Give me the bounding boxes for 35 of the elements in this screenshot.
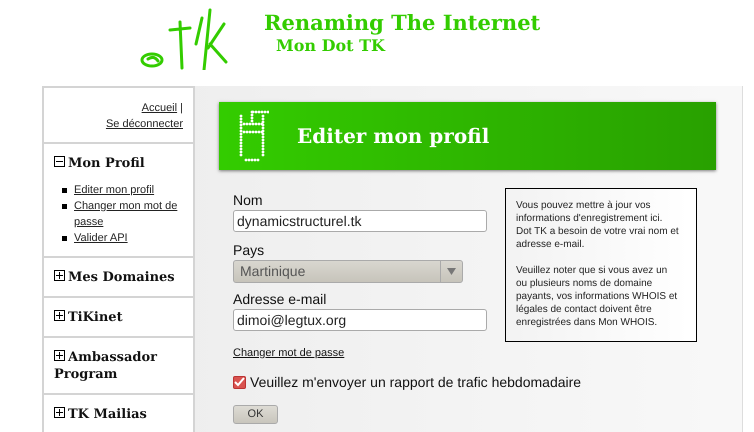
- report-checkbox[interactable]: [233, 376, 246, 388]
- sidebar-section-header[interactable]: Ambassador Program: [54, 349, 183, 383]
- expand-icon[interactable]: [54, 270, 65, 281]
- sidebar-section-header[interactable]: Mon Profil: [54, 155, 183, 172]
- expand-icon[interactable]: [54, 407, 65, 418]
- site-subtitle: Mon Dot TK: [276, 36, 386, 56]
- link-separator: |: [179, 102, 183, 114]
- info-text: Vous pouvez mettre à jour vos informations d'enregistrement ici. Dot TK a besoin de votre vrai nom et adresse e-mail.: [516, 199, 680, 251]
- ok-button[interactable]: OK: [233, 404, 278, 424]
- info-text: Veuillez noter que si vous avez un ou plusieurs noms de domaine payants, vos informations WHOIS et légales de contact doivent être enregistrées dans Mon WHOIS.: [516, 264, 678, 329]
- banner-title: Editer mon profil: [297, 123, 490, 150]
- bullet-icon: [62, 204, 67, 209]
- home-link[interactable]: Accueil: [142, 102, 178, 114]
- bullet-icon: [62, 188, 67, 193]
- sidebar-section-header[interactable]: TiKinet: [54, 309, 183, 326]
- name-field[interactable]: dynamicstructurel.tk: [233, 210, 487, 232]
- bullet-icon: [62, 236, 67, 241]
- collapse-icon[interactable]: [54, 156, 65, 167]
- dropdown-arrow-icon: [447, 268, 456, 275]
- change-password-link[interactable]: Changer mot de passe: [233, 345, 344, 362]
- field-label: Nom: [233, 192, 264, 208]
- sidebar-link[interactable]: Editer mon profil: [74, 182, 154, 198]
- field-label: Adresse e-mail: [233, 291, 328, 307]
- checkbox-label: Veuillez m'envoyer un rapport de trafic hebdomadaire: [250, 372, 582, 392]
- expand-icon[interactable]: [54, 310, 65, 321]
- sidebar-section-header[interactable]: Mes Domaines: [54, 269, 183, 286]
- email-field[interactable]: dimoi@legtux.org: [233, 309, 487, 331]
- expand-icon[interactable]: [54, 350, 65, 361]
- site-title: Renaming The Internet: [264, 10, 540, 36]
- sidebar-section-header[interactable]: TK Mailias: [54, 406, 183, 423]
- field-label: Pays: [233, 242, 266, 258]
- sidebar-link[interactable]: Changer mon mot de passe: [74, 198, 183, 230]
- sidebar-link[interactable]: Valider API: [74, 230, 128, 246]
- country-select[interactable]: Martinique: [233, 260, 463, 283]
- logout-link[interactable]: Se déconnecter: [106, 118, 183, 130]
